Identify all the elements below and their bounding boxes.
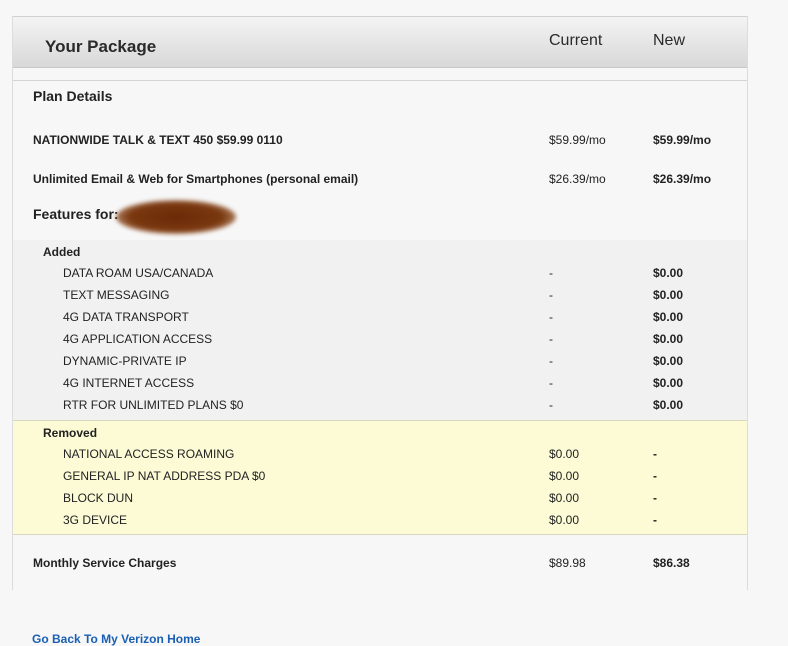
verizon-home-link[interactable]: Go Back To My Verizon Home <box>32 632 200 646</box>
page-title: Your Package <box>45 37 157 56</box>
feature-item-name: DYNAMIC-PRIVATE IP <box>63 354 187 368</box>
feature-item-current: - <box>549 288 553 302</box>
package-panel: Your Package Current New Plan Details NA… <box>12 16 748 590</box>
feature-item-name: 3G DEVICE <box>63 513 128 527</box>
plan-row-current: $26.39/mo <box>549 172 606 186</box>
feature-item-name: DATA ROAM USA/CANADA <box>63 266 214 280</box>
feature-item-new: $0.00 <box>653 376 684 390</box>
feature-item-current: - <box>549 332 553 346</box>
removed-label: Removed <box>43 426 98 440</box>
plan-row-new: $59.99/mo <box>653 133 712 147</box>
feature-item-new: $0.00 <box>653 266 684 280</box>
feature-item-new: - <box>653 491 657 505</box>
plan-row-new: $26.39/mo <box>653 172 712 186</box>
feature-item-current: - <box>549 376 553 390</box>
feature-item-new: $0.00 <box>653 354 684 368</box>
redacted-name <box>116 200 236 234</box>
features-title: Features for: <box>33 206 119 222</box>
feature-item-name: TEXT MESSAGING <box>63 288 170 302</box>
plan-row-name: Unlimited Email & Web for Smartphones (p… <box>33 172 359 186</box>
feature-item-current: - <box>549 310 553 324</box>
feature-item-name: BLOCK DUN <box>63 491 134 505</box>
feature-item-new: - <box>653 513 657 527</box>
feature-item-current: $0.00 <box>549 491 580 505</box>
divider <box>13 80 747 81</box>
monthly-charges-new: $86.38 <box>653 556 690 570</box>
monthly-charges-current: $89.98 <box>549 556 586 570</box>
feature-item-name: GENERAL IP NAT ADDRESS PDA $0 <box>63 469 266 483</box>
feature-item-new: $0.00 <box>653 288 684 302</box>
plan-row-current: $59.99/mo <box>549 133 606 147</box>
column-header-current: Current <box>549 32 603 49</box>
plan-row-name: NATIONWIDE TALK & TEXT 450 $59.99 0110 <box>33 133 283 147</box>
feature-item-current: - <box>549 354 553 368</box>
feature-item-new: $0.00 <box>653 332 684 346</box>
plan-details-title: Plan Details <box>33 88 113 104</box>
feature-item-current: - <box>549 398 553 412</box>
feature-item-new: $0.00 <box>653 310 684 324</box>
feature-item-name: 4G DATA TRANSPORT <box>63 310 189 324</box>
feature-item-current: - <box>549 266 553 280</box>
feature-item-name: 4G INTERNET ACCESS <box>63 376 195 390</box>
feature-item-current: $0.00 <box>549 447 580 461</box>
feature-item-new: - <box>653 469 657 483</box>
monthly-charges-label: Monthly Service Charges <box>33 556 177 570</box>
column-header-new: New <box>653 32 686 49</box>
feature-item-current: $0.00 <box>549 469 580 483</box>
package-header: Your Package Current New <box>13 16 747 68</box>
added-label: Added <box>43 245 81 259</box>
feature-item-name: 4G APPLICATION ACCESS <box>63 332 213 346</box>
feature-item-name: NATIONAL ACCESS ROAMING <box>63 447 235 461</box>
feature-item-new: - <box>653 447 657 461</box>
feature-item-name: RTR FOR UNLIMITED PLANS $0 <box>63 398 244 412</box>
feature-item-new: $0.00 <box>653 398 684 412</box>
feature-item-current: $0.00 <box>549 513 580 527</box>
